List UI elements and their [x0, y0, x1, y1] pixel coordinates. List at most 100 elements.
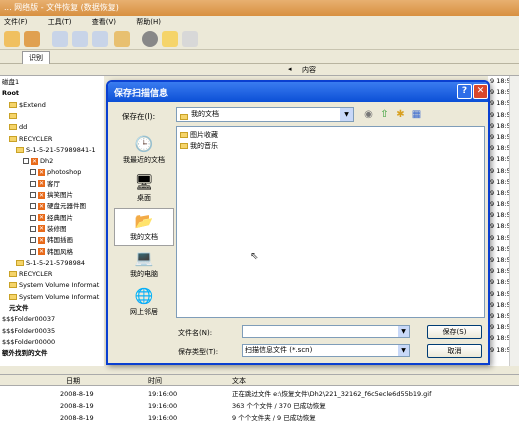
lookin-label: 保存在(I):	[122, 112, 156, 121]
tree-item[interactable]: ✕ photoshop	[30, 168, 81, 177]
tree-item-label: 经典图片	[47, 213, 73, 222]
tree-item[interactable]: S-1-5-21-57989841-1	[16, 146, 96, 155]
filter-icon[interactable]	[92, 31, 108, 47]
tree-item[interactable]: S-1-5-21-5798984	[16, 259, 85, 268]
mouse-cursor-icon: ⇖	[250, 251, 259, 262]
log-time-header[interactable]: 时间	[148, 376, 162, 386]
tree-item[interactable]: Root	[2, 89, 19, 98]
tree-item-label: 客厅	[47, 179, 60, 188]
tree-item[interactable]: 额外找到的文件	[2, 349, 48, 358]
place-label: 我的电脑	[130, 270, 158, 278]
tree-item[interactable]: $Extend	[9, 101, 46, 110]
file-list[interactable]: 图片收藏 我的音乐	[176, 126, 485, 318]
new-folder-icon[interactable]: ✱	[394, 108, 407, 121]
tree-item[interactable]: ✕ 经典图片	[30, 214, 73, 223]
place-label: 网上邻居	[130, 308, 158, 316]
tab-identify[interactable]: 识别	[22, 51, 50, 64]
search-icon[interactable]	[72, 31, 88, 47]
chevron-down-icon[interactable]: ▼	[398, 326, 409, 337]
tree-item[interactable]: System Volume Informat	[9, 293, 99, 302]
tree-item[interactable]: ✕ 韩国插画	[30, 236, 73, 245]
checkbox[interactable]	[30, 192, 36, 198]
file-list-item[interactable]: 图片收藏	[180, 130, 218, 140]
tree-item-label: 硬盘元器件图	[47, 202, 86, 211]
lookin-select[interactable]: 我的文档 ▼	[176, 107, 354, 122]
place-network[interactable]: 🌐 网上邻居	[114, 284, 174, 322]
log-text-header[interactable]: 文本	[232, 376, 246, 386]
place-desktop[interactable]: 🖥 桌面	[114, 170, 174, 208]
tab-row: 识别	[0, 50, 519, 64]
close-button[interactable]: ✕	[473, 84, 488, 99]
open-icon[interactable]	[24, 31, 40, 47]
log-row[interactable]: 2008-8-19 19:16:00 正在跳过文件 e:\恢复文件\Dh2\221_…	[0, 389, 519, 399]
tree-item[interactable]: ✕ 硬盘元器件图	[30, 202, 86, 211]
checkbox[interactable]	[30, 203, 36, 210]
log-text: 363 个个文件 / 370 已成功恢复	[232, 402, 326, 410]
help-button[interactable]: ?	[457, 84, 472, 99]
up-folder-icon[interactable]: ⇧	[378, 108, 391, 121]
tree-item[interactable]: 磁盘1	[2, 78, 19, 87]
deleted-folder-icon: ✕	[38, 248, 45, 255]
place-my-documents[interactable]: 📂 我的文档	[114, 208, 174, 246]
tree-item[interactable]: ✕ 客厅	[30, 180, 60, 189]
place-my-computer[interactable]: 💻 我的电脑	[114, 246, 174, 284]
scan-icon[interactable]	[4, 31, 20, 47]
glasses-icon[interactable]	[52, 31, 68, 47]
log-list: 2008-8-19 19:16:00 正在跳过文件 e:\恢复文件\Dh2\221_…	[0, 386, 519, 428]
scrollbar[interactable]	[509, 76, 519, 366]
log-date-header[interactable]: 日期	[66, 376, 80, 386]
chevron-down-icon[interactable]: ▼	[398, 345, 409, 356]
places-bar: 🕒 我最近的文档 🖥 桌面 📂 我的文档 💻 我的电脑 🌐 网上邻居	[114, 128, 174, 318]
view-icon[interactable]	[182, 31, 198, 47]
cancel-button[interactable]: 取消	[427, 344, 482, 358]
tree-item[interactable]: RECYCLER	[9, 270, 52, 279]
tree-item[interactable]: ✕ 装修图	[30, 225, 67, 234]
tree-item[interactable]	[9, 112, 19, 121]
column-content-header[interactable]: 内容	[302, 65, 316, 75]
folder-icon	[9, 271, 17, 278]
log-row[interactable]: 2008-8-19 19:16:00 363 个个文件 / 370 已成功恢复	[0, 401, 519, 411]
log-row[interactable]: 2008-8-19 19:16:00 9 个个文件夹 / 9 已成功恢复	[0, 413, 519, 423]
tree-item[interactable]: dd	[9, 123, 27, 132]
folder-icon	[16, 146, 24, 153]
tree-item[interactable]: $$$Folder00000	[2, 338, 55, 347]
dialog-titlebar: 保存扫描信息	[108, 82, 488, 102]
filename-input[interactable]: ▼	[242, 325, 410, 338]
menu-view[interactable]: 查看(V)	[92, 18, 116, 26]
tree-item[interactable]: ✕ 韩国风格	[30, 248, 73, 257]
tree-item[interactable]: ✕ 搞笑图片	[30, 191, 73, 200]
place-recent-docs[interactable]: 🕒 我最近的文档	[114, 132, 174, 170]
checkbox[interactable]	[30, 180, 36, 187]
recover-icon[interactable]	[114, 31, 130, 47]
tree-item-label: photoshop	[47, 168, 82, 177]
file-list-item[interactable]: 我的音乐	[180, 141, 218, 151]
folder-tree[interactable]: 磁盘1 Root $Extend dd RECYCLER S-1-5-21-5798984…	[0, 76, 104, 366]
tree-item[interactable]: System Volume Informat	[9, 281, 99, 290]
checkbox[interactable]	[30, 169, 36, 176]
checkbox[interactable]	[30, 248, 36, 255]
tree-item[interactable]: RECYCLER	[9, 135, 52, 144]
scroll-arrow-icon[interactable]: ◂	[288, 65, 292, 73]
chevron-down-icon[interactable]: ▼	[340, 108, 353, 121]
checkbox[interactable]	[30, 214, 36, 221]
checkbox[interactable]	[23, 158, 29, 165]
menu-file[interactable]: 文件(F)	[4, 18, 28, 26]
deleted-folder-icon: ✕	[38, 214, 45, 222]
folder-icon[interactable]	[162, 31, 178, 47]
save-button[interactable]: 保存(S)	[427, 325, 482, 339]
tree-item[interactable]: $$$Folder00035	[2, 327, 55, 336]
filetype-select[interactable]: 扫描信息文件 (*.scn) ▼	[242, 344, 410, 357]
lookin-value: 我的文档	[191, 110, 219, 118]
tree-item[interactable]: 元文件	[9, 304, 29, 313]
deleted-folder-icon: ✕	[38, 225, 45, 233]
menu-help[interactable]: 帮助(H)	[136, 18, 161, 26]
checkbox[interactable]	[30, 225, 36, 232]
back-icon[interactable]: ◉	[362, 108, 375, 121]
stop-icon[interactable]	[142, 31, 158, 47]
tree-item[interactable]: $$$Folder00037	[2, 315, 55, 324]
view-menu-icon[interactable]: ▦	[410, 108, 423, 121]
menu-tools[interactable]: 工具(T)	[48, 18, 72, 26]
checkbox[interactable]	[30, 237, 36, 244]
tree-item[interactable]: ✕ Dh2	[23, 157, 53, 166]
tree-item-label: S-1-5-21-5798984	[26, 258, 85, 267]
